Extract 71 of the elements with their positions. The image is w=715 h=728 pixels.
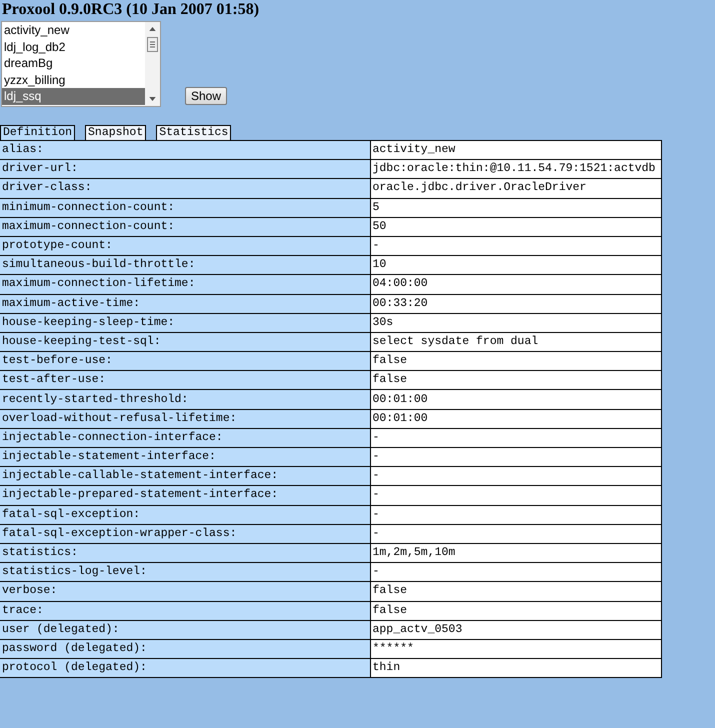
property-value: - — [370, 505, 662, 524]
property-name: maximum-active-time: — [0, 294, 370, 314]
property-name: injectable-callable-statement-interface: — [0, 466, 370, 486]
scroll-down-icon[interactable] — [149, 97, 156, 101]
property-value: - — [370, 486, 662, 506]
property-name: maximum-connection-count: — [0, 217, 370, 236]
property-value: 50 — [370, 217, 662, 236]
pool-option[interactable]: activity_new — [2, 22, 145, 39]
show-button[interactable]: Show — [185, 87, 228, 105]
pool-listbox[interactable]: activity_new ldj_log_db2 dreamBg yzzx_billing ldj_ssq — [1, 21, 161, 107]
property-name: fatal-sql-exception: — [0, 505, 370, 524]
pool-option[interactable]: ldj_ssq — [2, 88, 145, 105]
tab[interactable]: Snapshot — [85, 125, 146, 140]
property-name: overload-without-refusal-lifetime: — [0, 409, 370, 428]
property-name: protocol (delegated): — [0, 658, 370, 678]
property-value: 00:01:00 — [370, 409, 662, 428]
property-name: password (delegated): — [0, 639, 370, 659]
property-value: - — [370, 562, 662, 582]
property-value: - — [370, 524, 662, 544]
property-name: minimum-connection-count: — [0, 198, 370, 218]
property-name: test-after-use: — [0, 370, 370, 390]
property-name: trace: — [0, 601, 370, 620]
property-name: injectable-statement-interface: — [0, 448, 370, 467]
property-name: maximum-connection-lifetime: — [0, 274, 370, 294]
page-title: Proxool 0.9.0RC3 (10 Jan 2007 01:58) — [1, 0, 260, 19]
property-value: 5 — [370, 198, 662, 218]
scroll-up-icon[interactable] — [149, 27, 156, 31]
property-name: house-keeping-sleep-time: — [0, 313, 370, 332]
property-name: injectable-prepared-statement-interface: — [0, 486, 370, 506]
property-value: - — [370, 448, 662, 467]
tab[interactable]: Statistics — [156, 125, 232, 140]
property-value: false — [370, 352, 662, 371]
property-name: fatal-sql-exception-wrapper-class: — [0, 524, 370, 544]
property-value: false — [370, 582, 662, 601]
property-value: ****** — [370, 639, 662, 659]
tab[interactable]: Definition — [0, 125, 76, 140]
property-value: false — [370, 601, 662, 620]
property-name: prototype-count: — [0, 236, 370, 256]
property-name: driver-url: — [0, 160, 370, 179]
property-name: recently-started-threshold: — [0, 390, 370, 410]
property-name: simultaneous-build-throttle: — [0, 256, 370, 275]
property-value: 10 — [370, 256, 662, 275]
property-name: house-keeping-test-sql: — [0, 332, 370, 352]
property-value: app_actv_0503 — [370, 620, 662, 640]
property-value: oracle.jdbc.driver.OracleDriver — [370, 178, 662, 198]
property-name: injectable-connection-interface: — [0, 428, 370, 448]
property-name: driver-class: — [0, 178, 370, 198]
scroll-thumb-icon[interactable] — [147, 37, 158, 52]
property-name: alias: — [0, 140, 370, 160]
property-name: statistics-log-level: — [0, 562, 370, 582]
property-value: jdbc:oracle:thin:@10.11.54.79:1521:actvdb — [370, 160, 662, 179]
property-value: false — [370, 370, 662, 390]
property-name: user (delegated): — [0, 620, 370, 640]
property-value: 30s — [370, 313, 662, 332]
property-value: 04:00:00 — [370, 274, 662, 294]
pool-option[interactable]: dreamBg — [2, 55, 145, 72]
property-value: - — [370, 236, 662, 256]
property-name: statistics: — [0, 543, 370, 563]
property-value: - — [370, 428, 662, 448]
property-value: thin — [370, 658, 662, 678]
pool-option[interactable]: ldj_log_db2 — [2, 38, 145, 56]
scrollbar[interactable] — [145, 22, 160, 106]
property-name: verbose: — [0, 582, 370, 601]
property-value: select sysdate from dual — [370, 332, 662, 352]
pool-option[interactable]: yzzx_billing — [2, 72, 145, 88]
property-value: - — [370, 466, 662, 486]
property-value: 00:01:00 — [370, 390, 662, 410]
property-value: 1m,2m,5m,10m — [370, 543, 662, 563]
property-value: 00:33:20 — [370, 294, 662, 314]
property-name: test-before-use: — [0, 352, 370, 371]
property-value: activity_new — [370, 140, 662, 160]
